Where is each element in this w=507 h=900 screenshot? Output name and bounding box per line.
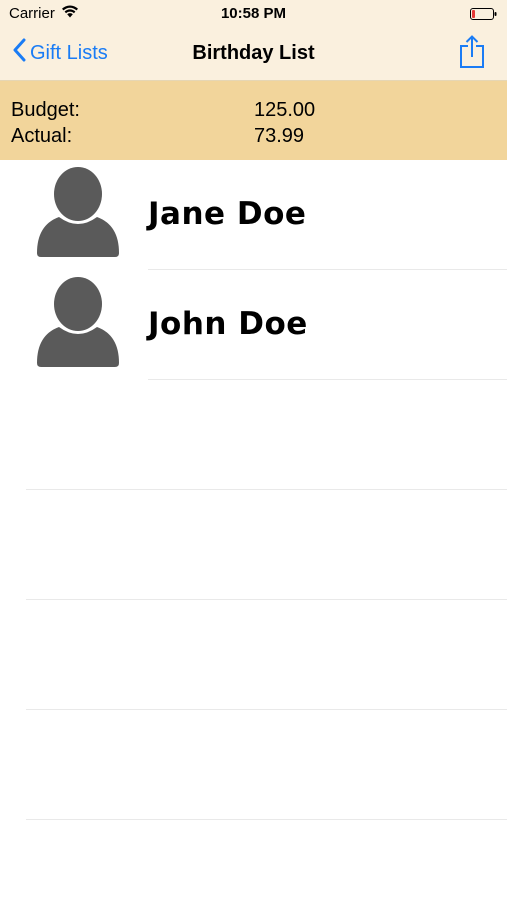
people-list: Jane Doe John Doe <box>0 160 507 900</box>
share-icon <box>459 35 485 73</box>
person-silhouette-icon <box>35 277 121 372</box>
status-bar: Carrier 10:58 PM <box>0 0 507 28</box>
page-title: Birthday List <box>192 42 315 64</box>
person-silhouette-icon <box>35 167 121 262</box>
row-separator <box>26 819 507 820</box>
budget-value: 125.00 <box>254 99 316 121</box>
budget-label: Budget: <box>11 99 80 121</box>
status-time: 10:58 PM <box>220 5 287 22</box>
share-button[interactable] <box>459 35 485 74</box>
person-name: Jane Doe <box>148 196 307 232</box>
budget-summary: Budget: 125.00 Actual: 73.99 <box>0 81 507 160</box>
person-name: John Doe <box>148 306 308 342</box>
row-separator <box>26 599 507 600</box>
actual-value: 73.99 <box>254 125 305 147</box>
row-separator <box>148 379 507 380</box>
row-separator <box>26 489 507 490</box>
list-item-person[interactable]: Jane Doe <box>0 160 507 270</box>
row-separator <box>26 709 507 710</box>
navigation-bar: Gift Lists Birthday List <box>0 28 507 81</box>
battery-low-icon <box>470 7 497 20</box>
actual-label: Actual: <box>11 125 73 147</box>
list-item-person[interactable]: John Doe <box>0 270 507 380</box>
